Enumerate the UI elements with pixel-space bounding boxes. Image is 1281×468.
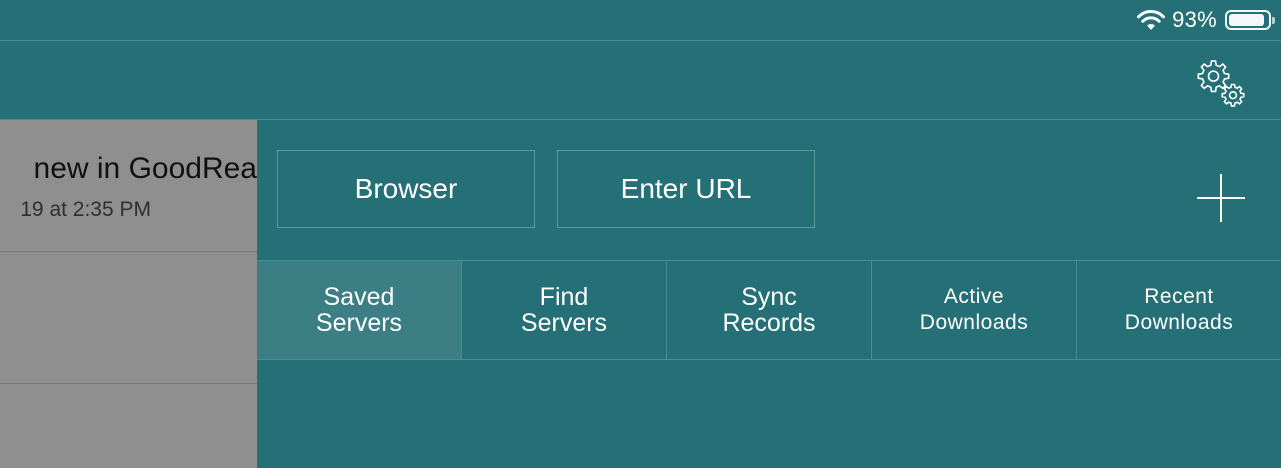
status-indicators: 93% bbox=[1136, 6, 1275, 34]
wifi-icon bbox=[1137, 10, 1166, 30]
enter-url-button[interactable]: Enter URL bbox=[557, 150, 815, 228]
tab-label: Records bbox=[722, 309, 816, 337]
status-bar: 93% bbox=[0, 0, 1281, 41]
server-tabs: Saved Servers Find Servers Sync Records Act… bbox=[257, 260, 1281, 360]
document-title: new in GoodRea bbox=[33, 152, 257, 185]
gears-icon[interactable] bbox=[1196, 57, 1246, 107]
tab-label: Downloads bbox=[919, 311, 1029, 334]
tab-label: Saved bbox=[323, 283, 395, 311]
navigation-bar bbox=[0, 41, 1281, 120]
tab-sync-records[interactable]: Sync Records bbox=[667, 261, 872, 359]
tab-label: Downloads bbox=[1124, 311, 1234, 334]
tab-label: Recent bbox=[1144, 285, 1214, 308]
tab-label: Find bbox=[539, 283, 589, 311]
tab-find-servers[interactable]: Find Servers bbox=[462, 261, 667, 359]
connect-panel: Browser Enter URL Saved Servers Find Serve… bbox=[257, 120, 1281, 468]
battery-icon bbox=[1225, 10, 1275, 30]
tab-label: Sync bbox=[741, 283, 797, 311]
document-list: new in GoodRea 19 at 2:35 PM bbox=[0, 120, 257, 468]
document-date: 19 at 2:35 PM bbox=[20, 198, 151, 221]
browser-button[interactable]: Browser bbox=[277, 150, 535, 228]
list-divider bbox=[0, 251, 257, 252]
tab-label: Active bbox=[943, 285, 1005, 308]
battery-level bbox=[1229, 14, 1264, 26]
plus-icon[interactable] bbox=[1197, 174, 1245, 222]
battery-percentage: 93% bbox=[1172, 7, 1217, 32]
tab-recent-downloads[interactable]: Recent Downloads bbox=[1077, 261, 1281, 359]
tab-saved-servers[interactable]: Saved Servers bbox=[257, 261, 462, 359]
tab-label: Servers bbox=[315, 309, 403, 337]
list-divider bbox=[0, 383, 257, 384]
tab-active-downloads[interactable]: Active Downloads bbox=[872, 261, 1077, 359]
tab-label: Servers bbox=[520, 309, 608, 337]
